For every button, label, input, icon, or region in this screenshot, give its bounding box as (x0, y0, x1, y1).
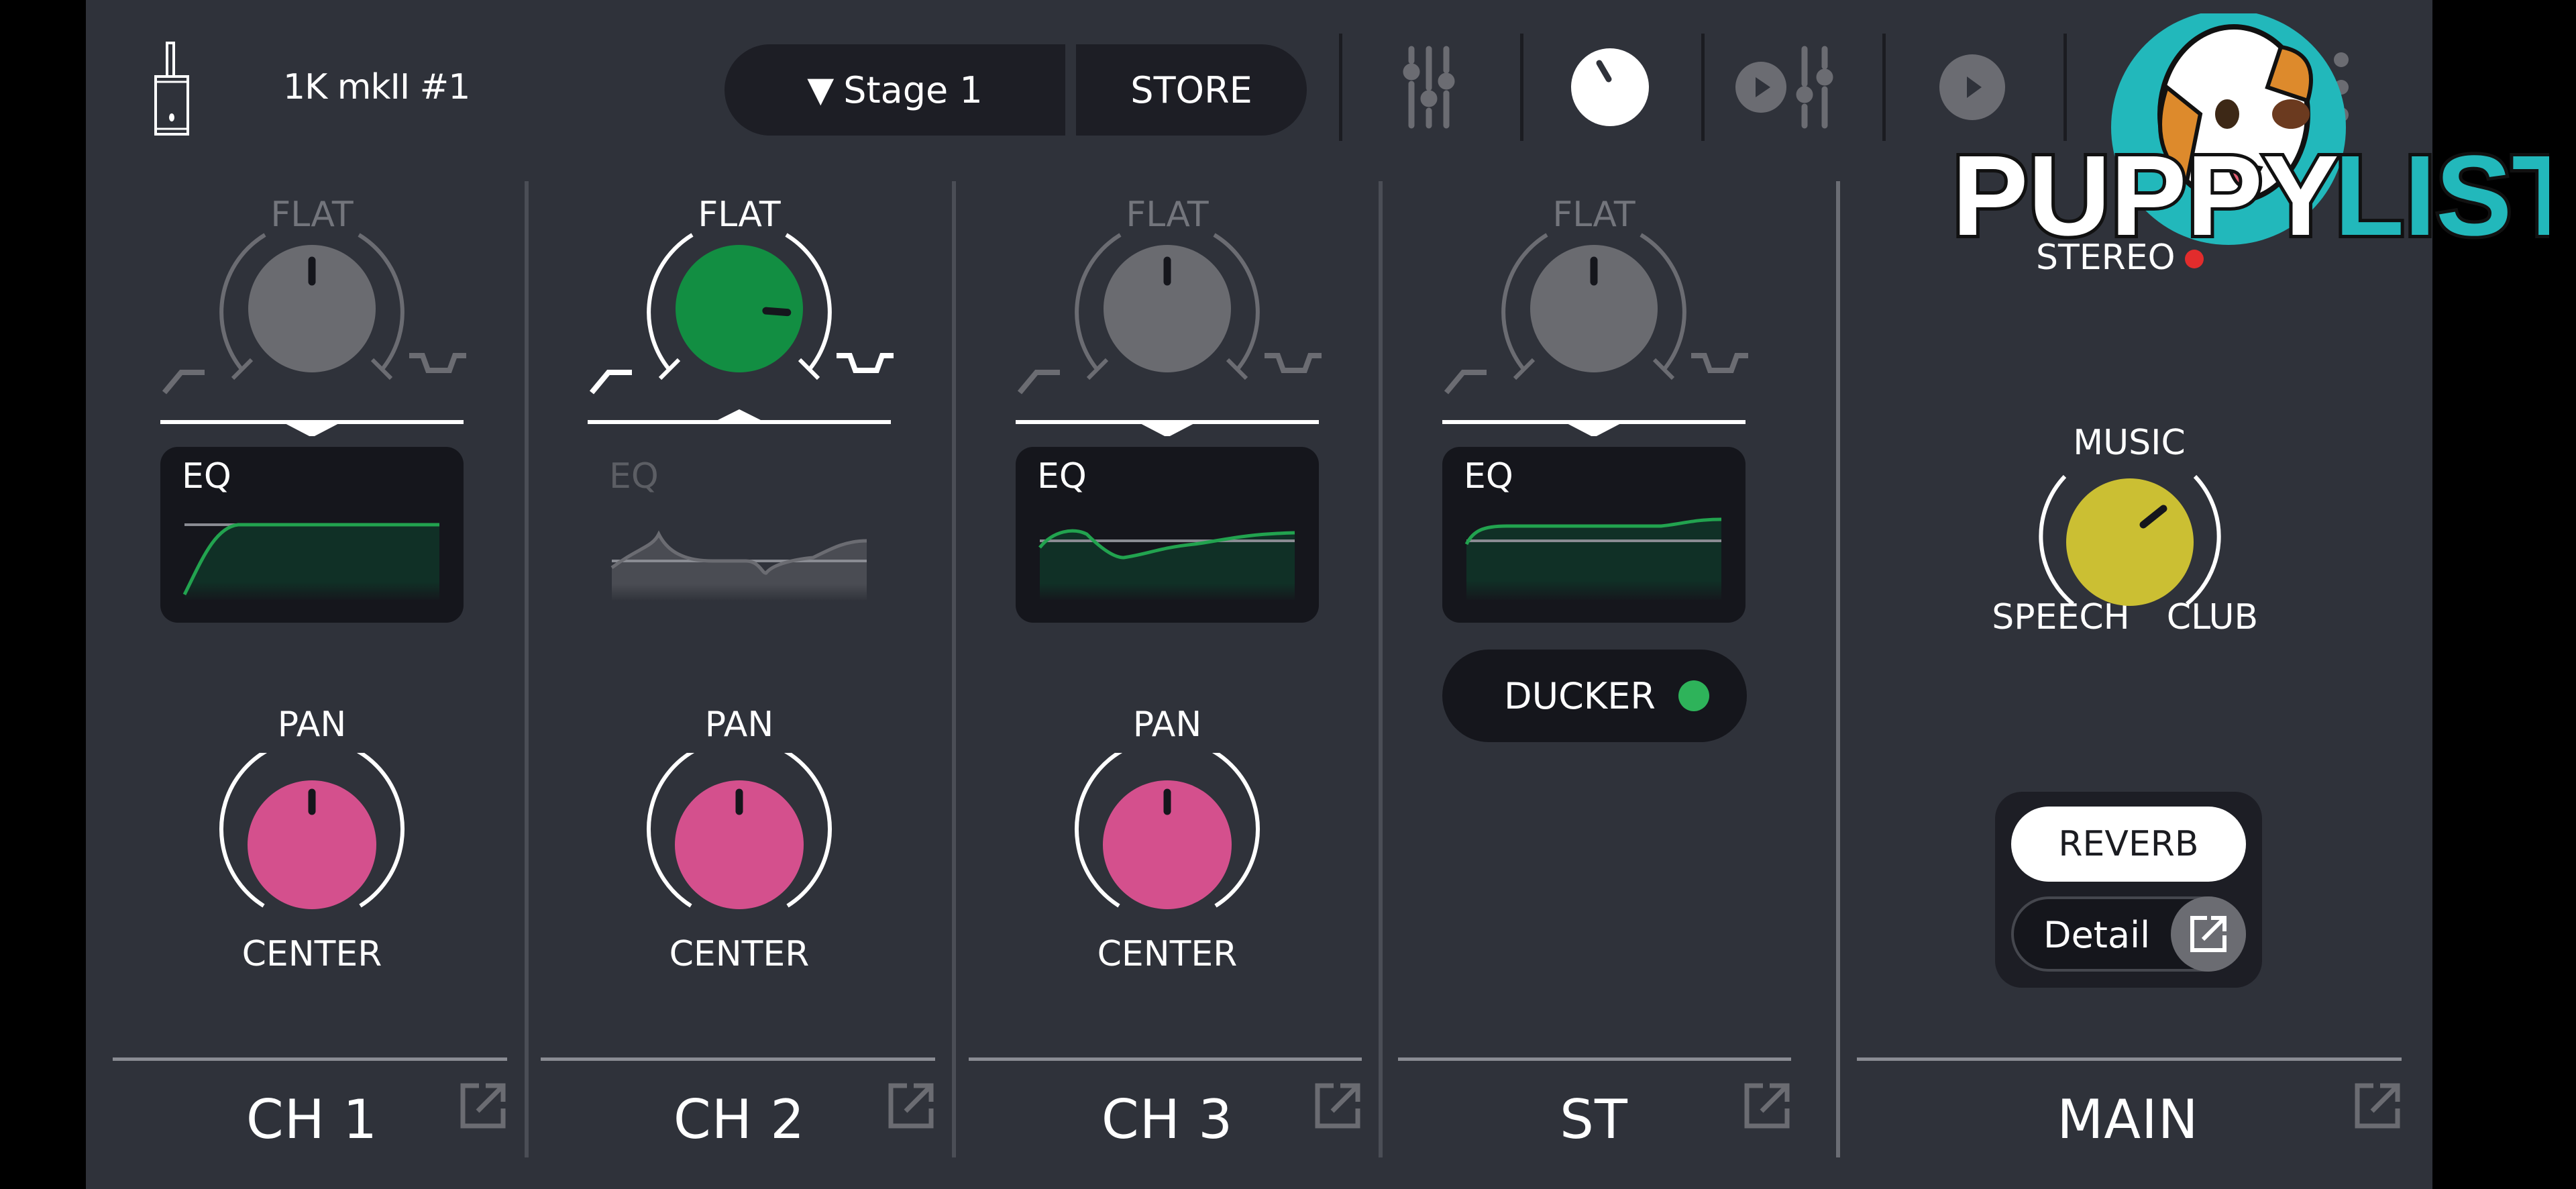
knob-icon (1571, 48, 1649, 126)
eq-preset-knob[interactable] (1433, 215, 1755, 416)
collapse-arrow[interactable] (588, 409, 891, 436)
eq-curve (610, 530, 867, 601)
channel-name: ST (1560, 1088, 1628, 1151)
detail-popout (2171, 896, 2246, 972)
channel-footer-line (113, 1057, 507, 1061)
ducker-toggle[interactable]: DUCKER (1442, 650, 1747, 742)
channel-popout-icon[interactable] (887, 1082, 935, 1130)
player-faders-button[interactable] (1704, 34, 1878, 141)
eq-title: EQ (1464, 456, 1513, 497)
pan-label: PAN (277, 705, 347, 745)
knob-view-button[interactable] (1523, 34, 1697, 141)
mode-knob[interactable] (2033, 463, 2227, 624)
eq-graph-button[interactable]: EQ (1442, 447, 1746, 623)
puppylist-watermark-logo: PUPPY LIST (1949, 13, 2549, 263)
column-divider (1836, 181, 1840, 1157)
eq-preset-knob[interactable] (1006, 215, 1328, 416)
eq-graph-button[interactable]: EQ (588, 447, 891, 623)
store-button[interactable]: STORE (1076, 44, 1307, 136)
scene-control: ▼ Stage 1 STORE (724, 44, 1307, 136)
column-divider (1379, 181, 1383, 1157)
lowcut-icon (589, 370, 632, 395)
expand-arrow[interactable] (160, 409, 464, 436)
notch-icon (409, 353, 466, 373)
column-divider (952, 181, 956, 1157)
expand-arrow[interactable] (1442, 409, 1746, 436)
channel-popout-icon[interactable] (1313, 1082, 1362, 1130)
pan-value: CENTER (669, 934, 810, 974)
lowcut-icon (162, 370, 205, 395)
main-popout-icon[interactable] (2353, 1082, 2402, 1130)
pan-knob[interactable] (1067, 753, 1268, 921)
scene-name: Stage 1 (843, 68, 983, 111)
eq-curve (182, 523, 439, 601)
expand-arrow[interactable] (1016, 409, 1319, 436)
channel-footer-line (541, 1057, 935, 1061)
ducker-label: DUCKER (1504, 674, 1656, 717)
channel-name: CH 1 (246, 1088, 378, 1151)
eq-graph-button[interactable]: EQ (160, 447, 464, 623)
faders-button[interactable] (1342, 34, 1516, 141)
channel-popout-icon[interactable] (459, 1082, 507, 1130)
eq-title: EQ (609, 456, 659, 497)
eq-curve (1038, 529, 1295, 601)
scene-divider (1065, 44, 1076, 136)
pan-knob[interactable] (211, 753, 413, 921)
ducker-status-indicator (1678, 680, 1709, 711)
channel-footer-line (969, 1057, 1362, 1061)
main-footer-line (1857, 1057, 2402, 1061)
reverb-toggle[interactable]: REVERB (2011, 807, 2246, 882)
main-name: MAIN (2057, 1088, 2199, 1151)
lowcut-icon (1444, 370, 1487, 395)
pan-label: PAN (704, 705, 774, 745)
channel-name: CH 2 (673, 1088, 806, 1151)
device-name: 1K mkII #1 (283, 67, 470, 107)
pan-value: CENTER (241, 934, 382, 974)
channel-popout-icon[interactable] (1743, 1082, 1791, 1130)
watermark-text-puppy: PUPPY (1952, 132, 2339, 260)
popout-icon (2190, 916, 2226, 952)
faders-icon (1403, 46, 1455, 129)
detail-label: Detail (2043, 914, 2151, 956)
scene-dropdown[interactable]: ▼ Stage 1 (724, 44, 1065, 136)
dropdown-triangle-icon: ▼ (807, 70, 835, 110)
channel-name: CH 3 (1101, 1088, 1234, 1151)
watermark-text-list: LIST (2334, 132, 2549, 260)
lowcut-icon (1017, 370, 1060, 395)
eq-graph-button[interactable]: EQ (1016, 447, 1319, 623)
eq-title: EQ (182, 456, 231, 497)
mode-music-label: MUSIC (2073, 423, 2186, 463)
eq-preset-knob[interactable] (578, 215, 900, 416)
eq-curve (1464, 517, 1722, 601)
notch-icon (1691, 353, 1748, 373)
speaker-device-icon (154, 42, 189, 136)
pan-value: CENTER (1097, 934, 1238, 974)
pan-knob[interactable] (639, 753, 840, 921)
pan-label: PAN (1132, 705, 1202, 745)
play-faders-icon (1735, 46, 1833, 129)
reverb-detail-button[interactable]: Detail (2011, 896, 2246, 972)
channel-footer-line (1398, 1057, 1791, 1061)
column-divider (525, 181, 529, 1157)
eq-title: EQ (1037, 456, 1087, 497)
reverb-panel: REVERB Detail (1995, 792, 2262, 988)
eq-preset-knob[interactable] (151, 215, 473, 416)
notch-icon (837, 353, 894, 373)
mode-knob-cap (2066, 478, 2194, 606)
eq-knob-pointer (762, 307, 792, 317)
notch-icon (1265, 353, 1322, 373)
